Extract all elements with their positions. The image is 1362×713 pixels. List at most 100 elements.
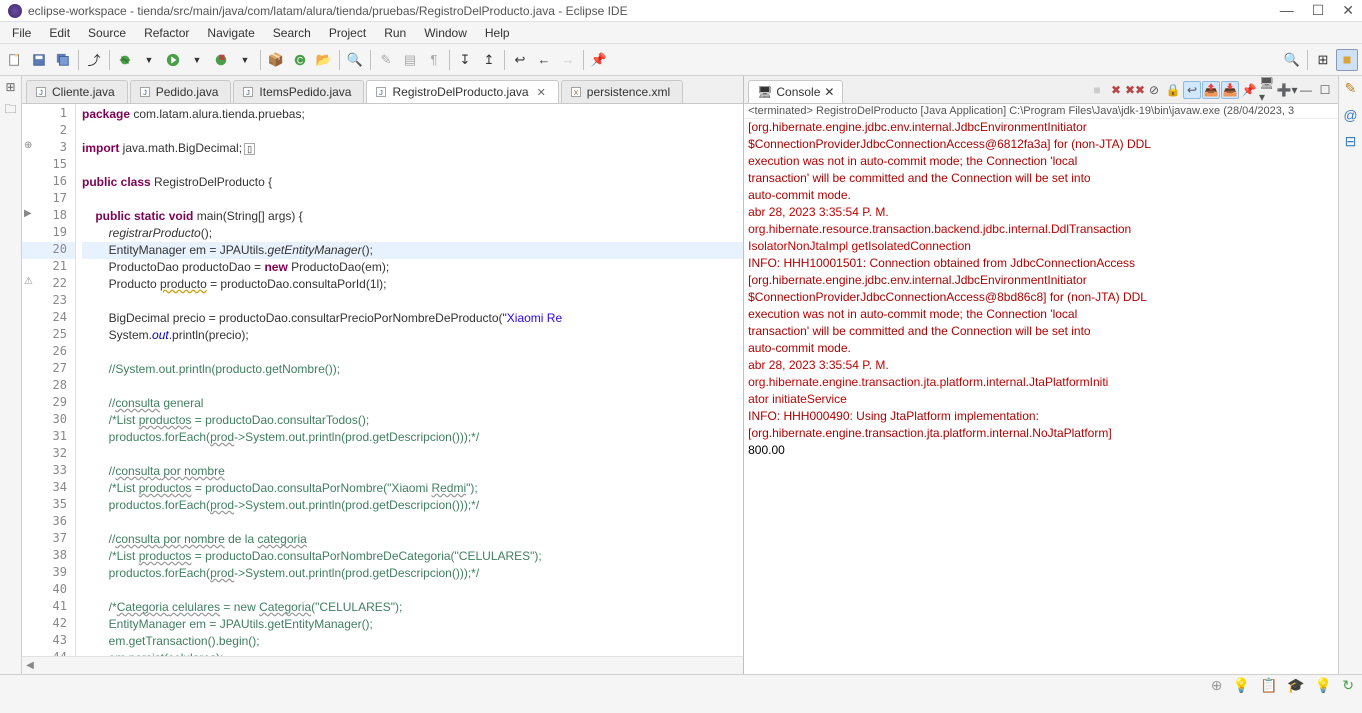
toggle-mark-icon[interactable]: ✎: [375, 49, 397, 71]
line-number: 32: [22, 446, 75, 463]
remove-launch-icon[interactable]: ✖: [1107, 81, 1125, 99]
console-line: transaction' will be committed and the C…: [748, 170, 1334, 187]
scroll-left-icon[interactable]: ◀: [22, 660, 38, 671]
run-icon[interactable]: [162, 49, 184, 71]
quick-access-search-icon[interactable]: 🔍: [1281, 49, 1303, 71]
console-line: [org.hibernate.engine.jdbc.env.internal.…: [748, 272, 1334, 289]
outline-tree-icon[interactable]: ⊟: [1345, 133, 1357, 150]
close-button[interactable]: ✕: [1342, 2, 1354, 19]
display-selected-console-icon[interactable]: 🖥▾: [1259, 81, 1277, 99]
whatsnew-icon[interactable]: 💡: [1315, 677, 1332, 694]
separator: [504, 50, 505, 70]
next-annotation-icon[interactable]: ↧: [454, 49, 476, 71]
menu-refactor[interactable]: Refactor: [136, 24, 197, 42]
toggle-block-icon[interactable]: ▤: [399, 49, 421, 71]
tab-pedido-java[interactable]: JPedido.java: [130, 80, 232, 103]
line-number: 42: [22, 616, 75, 633]
open-console-icon[interactable]: ➕▾: [1278, 81, 1296, 99]
menu-help[interactable]: Help: [477, 24, 518, 42]
terminate-icon[interactable]: ■: [1088, 81, 1106, 99]
file-icon: J: [242, 86, 254, 98]
java-perspective-icon[interactable]: [1336, 49, 1358, 71]
tip-icon[interactable]: 💡: [1233, 677, 1250, 694]
console-body[interactable]: [org.hibernate.engine.jdbc.env.internal.…: [744, 119, 1338, 674]
menu-edit[interactable]: Edit: [41, 24, 78, 42]
pin-editor-icon[interactable]: 📌: [588, 49, 610, 71]
search-icon[interactable]: 🔍: [344, 49, 366, 71]
line-number: 37: [22, 531, 75, 548]
pin-console-icon[interactable]: 📌: [1240, 81, 1258, 99]
word-wrap-icon[interactable]: ↩: [1183, 81, 1201, 99]
show-whitespace-icon[interactable]: ¶: [423, 49, 445, 71]
tab-itemspedido-java[interactable]: JItemsPedido.java: [233, 80, 364, 103]
task-list-icon[interactable]: ✎: [1345, 80, 1357, 97]
menu-project[interactable]: Project: [321, 24, 374, 42]
package-explorer-icon[interactable]: 🗀: [4, 100, 16, 121]
console-status: <terminated> RegistroDelProducto [Java A…: [744, 104, 1338, 119]
tab-registrodelproducto-java[interactable]: JRegistroDelProducto.java✕: [366, 80, 558, 104]
line-number: 31: [22, 429, 75, 446]
new-icon[interactable]: [4, 49, 26, 71]
console-tab[interactable]: 🖥 Console ✕: [748, 80, 843, 104]
overview-icon[interactable]: 📋: [1260, 677, 1277, 694]
show-console-on-err-icon[interactable]: 📥: [1221, 81, 1239, 99]
code-body[interactable]: package com.latam.alura.tienda.pruebas;i…: [76, 104, 743, 656]
outline-at-icon[interactable]: @: [1343, 107, 1357, 123]
debug-dropdown-icon[interactable]: ▼: [138, 49, 160, 71]
menu-source[interactable]: Source: [80, 24, 134, 42]
editor-pane: J Cliente.java JPedido.javaJItemsPedido.ja…: [22, 76, 744, 674]
menu-file[interactable]: File: [4, 24, 39, 42]
skip-breakpoints-icon[interactable]: ⤴: [83, 49, 105, 71]
close-icon[interactable]: ✕: [537, 86, 546, 99]
open-type-icon[interactable]: 📂: [313, 49, 335, 71]
tab-persistence-xml[interactable]: Xpersistence.xml: [561, 80, 683, 103]
separator: [370, 50, 371, 70]
editor-tab-bar: J Cliente.java JPedido.javaJItemsPedido.ja…: [22, 76, 743, 104]
open-perspective-icon[interactable]: ⊞: [1312, 49, 1334, 71]
new-java-class-icon[interactable]: C: [289, 49, 311, 71]
eclipse-icon: [8, 4, 22, 18]
coverage-icon[interactable]: [210, 49, 232, 71]
menu-window[interactable]: Window: [416, 24, 475, 42]
line-number: 27: [22, 361, 75, 378]
back-icon[interactable]: ←: [533, 49, 555, 71]
scroll-lock-icon[interactable]: 🔒: [1164, 81, 1182, 99]
debug-icon[interactable]: [114, 49, 136, 71]
line-number: 24: [22, 310, 75, 327]
console-line: org.hibernate.resource.transaction.backe…: [748, 221, 1334, 238]
file-icon: J: [139, 86, 151, 98]
clear-console-icon[interactable]: ⊘: [1145, 81, 1163, 99]
code-area[interactable]: 12⊕3151617▶18192021⚠22232425262728293031…: [22, 104, 743, 656]
restore-view-icon[interactable]: ⊞: [5, 80, 15, 94]
new-java-package-icon[interactable]: 📦: [265, 49, 287, 71]
show-console-on-out-icon[interactable]: 📤: [1202, 81, 1220, 99]
tutorials-icon[interactable]: 🎓: [1287, 677, 1304, 694]
tab-label: Cliente.java: [52, 85, 115, 99]
remove-all-icon[interactable]: ✖✖: [1126, 81, 1144, 99]
save-icon[interactable]: [28, 49, 50, 71]
menu-navigate[interactable]: Navigate: [199, 24, 262, 42]
run-dropdown-icon[interactable]: ▼: [186, 49, 208, 71]
prev-annotation-icon[interactable]: ↥: [478, 49, 500, 71]
minimize-view-icon[interactable]: —: [1297, 81, 1315, 99]
svg-text:J: J: [39, 88, 43, 97]
minimize-button[interactable]: —: [1280, 2, 1294, 19]
coverage-dropdown-icon[interactable]: ▼: [234, 49, 256, 71]
update-icon[interactable]: ↻: [1342, 677, 1354, 694]
line-number: 34: [22, 480, 75, 497]
save-all-icon[interactable]: [52, 49, 74, 71]
separator: [339, 50, 340, 70]
line-number: 1: [22, 106, 75, 123]
editor-hscroll[interactable]: ◀: [22, 656, 743, 674]
separator: [449, 50, 450, 70]
tab-cliente-java[interactable]: J Cliente.java: [26, 80, 128, 103]
line-number: 33: [22, 463, 75, 480]
forward-icon[interactable]: →: [557, 49, 579, 71]
close-icon[interactable]: ✕: [824, 85, 834, 99]
menu-search[interactable]: Search: [265, 24, 319, 42]
samples-icon[interactable]: ⊕: [1211, 677, 1223, 694]
maximize-view-icon[interactable]: ☐: [1316, 81, 1334, 99]
maximize-button[interactable]: ☐: [1312, 2, 1325, 19]
last-edit-icon[interactable]: ↩: [509, 49, 531, 71]
menu-run[interactable]: Run: [376, 24, 414, 42]
